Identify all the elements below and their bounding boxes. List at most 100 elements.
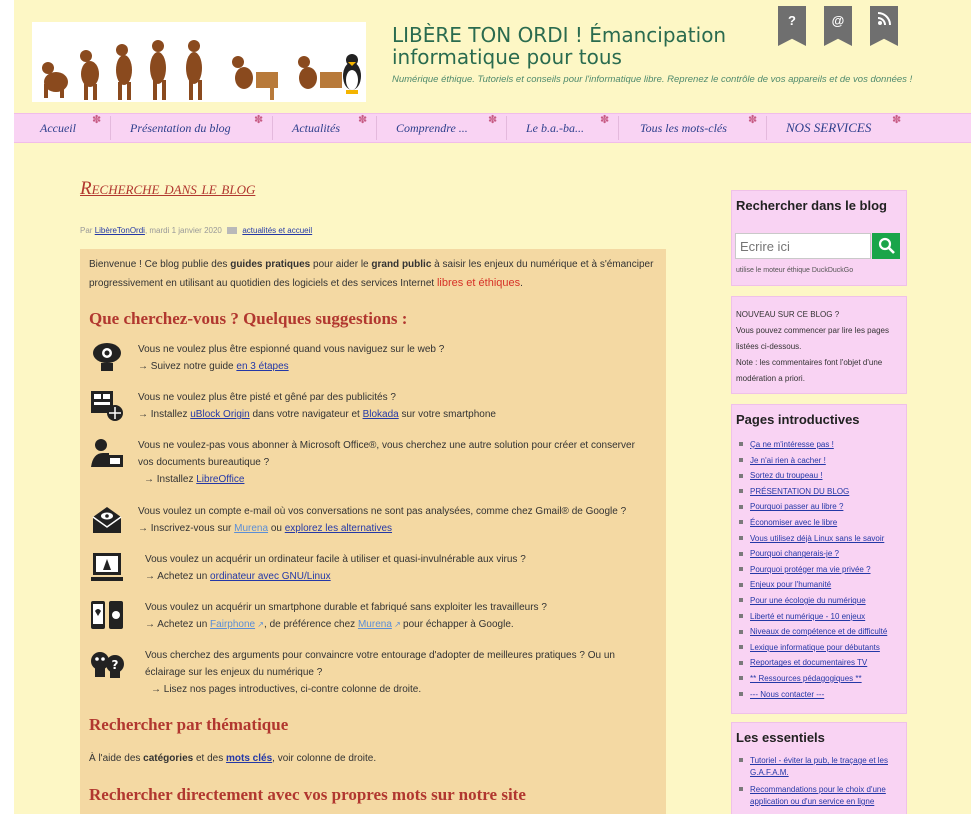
bullet-icon xyxy=(739,613,743,618)
welcome-widget: NOUVEAU SUR CE BLOG ? Vous pouvez commen… xyxy=(731,296,907,394)
nav-actualites[interactable]: Actualités xyxy=(292,114,340,142)
rss-feed-button[interactable] xyxy=(870,6,898,46)
search-button[interactable] xyxy=(872,233,900,259)
sidebar-page-link[interactable]: Vous utilisez déjà Linux sans le savoir xyxy=(736,531,902,547)
rss-icon xyxy=(877,12,891,26)
sidebar-page-link[interactable]: Sortez du troupeau ! xyxy=(736,468,902,484)
sidebar-page-label: Pour une écologie du numérique xyxy=(750,595,866,605)
explore-alternatives-link[interactable]: explorez les alternatives xyxy=(285,523,392,534)
category-link[interactable]: actualités et accueil xyxy=(242,226,312,235)
sidebar-page-link[interactable]: Économiser avec le libre xyxy=(736,515,902,531)
ad-tracking-icon xyxy=(91,391,123,421)
sidebar-page-link[interactable]: PRÉSENTATION DU BLOG xyxy=(736,484,902,500)
sidebar-page-label: Niveaux de compétence et de difficulté xyxy=(750,627,888,637)
moderation-note: Note : les commentaires font l'objet d'u… xyxy=(736,358,883,383)
bullet-icon xyxy=(739,551,743,556)
sidebar-page-label: Lexique informatique pour débutants xyxy=(750,642,880,652)
heading-suggestions: Que cherchez-vous ? Quelques suggestions… xyxy=(89,309,408,328)
essentials-widget: Les essentiels Tutoriel - éviter la pub,… xyxy=(731,722,907,814)
flower-icon: ✽ xyxy=(892,114,902,126)
blokada-link[interactable]: Blokada xyxy=(363,409,399,420)
nav-accueil[interactable]: Accueil xyxy=(40,114,76,142)
essentials-title: Les essentiels xyxy=(736,730,825,745)
nav-comprendre[interactable]: Comprendre ... xyxy=(396,114,468,142)
post-date: , mardi 1 janvier 2020 xyxy=(144,226,222,235)
sidebar-page-link[interactable]: Niveaux de compétence et de difficulté xyxy=(736,624,902,640)
bullet-icon xyxy=(739,535,743,540)
sidebar-page-link[interactable]: Lexique informatique pour débutants xyxy=(736,640,902,656)
intro-pages-title: Pages introductives xyxy=(736,412,860,427)
bullet-icon xyxy=(739,442,743,447)
mail-spy-icon xyxy=(92,507,122,533)
search-input[interactable] xyxy=(736,234,866,258)
sidebar-page-label: Ça ne m'intéresse pas ! xyxy=(750,440,834,449)
sidebar-page-label: Liberté et numérique - 10 enjeux xyxy=(750,611,866,621)
sidebar-page-link[interactable]: Je n'ai rien à cacher ! xyxy=(736,453,902,469)
murena-shop-link[interactable]: Murena xyxy=(358,619,392,630)
nav-services[interactable]: NOS SERVICES xyxy=(786,114,871,142)
theme-text: À l'aide des catégories et des mots clés… xyxy=(89,753,377,764)
linux-computer-icon xyxy=(91,553,123,581)
bullet-icon xyxy=(739,567,743,572)
welcome-heading: NOUVEAU SUR CE BLOG ? xyxy=(736,310,840,319)
post-title[interactable]: Recherche dans le blog xyxy=(80,178,255,200)
author-link[interactable]: LibèreTonOrdi xyxy=(95,226,145,235)
sidebar-page-label: Pourquoi changerais-je ? xyxy=(750,549,839,559)
site-title[interactable]: LIBÈRE TON ORDI ! Émancipation informati… xyxy=(392,24,832,68)
logo-evolution-image[interactable] xyxy=(32,22,366,102)
bullet-icon xyxy=(739,504,743,509)
folder-icon xyxy=(227,227,238,235)
intro-pages-list: Ça ne m'intéresse pas ! Je n'ai rien à ca… xyxy=(736,437,902,702)
main-nav: Accueil ✽ Présentation du blog ✽ Actuali… xyxy=(14,113,971,143)
libreoffice-link[interactable]: LibreOffice xyxy=(196,474,244,485)
page: LIBÈRE TON ORDI ! Émancipation informati… xyxy=(14,0,971,814)
linux-computer-link[interactable]: ordinateur avec GNU/Linux xyxy=(210,571,331,582)
sidebar-page-link[interactable]: Enjeux pour l'humanité xyxy=(736,577,902,593)
sidebar-page-link[interactable]: Pour une écologie du numérique xyxy=(736,593,902,609)
nav-presentation[interactable]: Présentation du blog xyxy=(130,114,231,142)
keywords-link[interactable]: mots clés xyxy=(226,753,272,764)
murena-email-link[interactable]: Murena xyxy=(234,523,268,534)
fair-smartphone-icon xyxy=(91,601,123,629)
sidebar-page-label: Vous utilisez déjà Linux sans le savoir xyxy=(750,533,885,543)
nav-b-a-ba[interactable]: Le b.a.-ba... xyxy=(526,114,584,142)
bullet-icon xyxy=(739,629,743,634)
search-widget-title: Rechercher dans le blog xyxy=(736,198,887,213)
ublock-origin-link[interactable]: uBlock Origin xyxy=(190,409,249,420)
flower-icon: ✽ xyxy=(358,114,368,126)
svg-text:?: ? xyxy=(112,658,119,672)
sidebar-page-link[interactable]: Tutoriel - éviter la pub, le traçage et … xyxy=(736,755,902,779)
bullet-icon xyxy=(739,520,743,525)
sidebar-page-link[interactable]: Reportages et documentaires TV xyxy=(736,655,902,671)
sidebar-page-link[interactable]: --- Nous contacter --- xyxy=(736,687,902,703)
office-worker-icon xyxy=(91,439,123,467)
flower-icon: ✽ xyxy=(92,114,102,126)
sidebar-page-link[interactable]: Pourquoi passer au libre ? xyxy=(736,499,902,515)
sidebar-page-label: Sortez du troupeau ! xyxy=(750,471,823,481)
sidebar-page-link[interactable]: Ça ne m'intéresse pas ! xyxy=(736,437,902,453)
sidebar-page-label: Tutoriel - éviter la pub, le traçage et … xyxy=(750,756,888,777)
sidebar-page-link[interactable]: ** Ressources pédagogiques ** xyxy=(736,671,902,687)
site-tagline: Numérique éthique. Tutoriels et conseils… xyxy=(392,74,913,85)
sidebar-page-label: Je n'ai rien à cacher ! xyxy=(750,455,826,465)
essentials-list: Tutoriel - éviter la pub, le traçage et … xyxy=(736,755,902,808)
heading-search: Rechercher directement avec vos propres … xyxy=(89,785,526,804)
intro-paragraph: Bienvenue ! Ce blog publie des guides pr… xyxy=(89,259,654,289)
sidebar-page-link[interactable]: Recommandations pour le choix d'une appl… xyxy=(736,784,902,808)
intro-pages-widget: Pages introductives Ça ne m'intéresse pa… xyxy=(731,404,907,714)
sidebar-page-label: PRÉSENTATION DU BLOG xyxy=(750,486,850,496)
guide-3-steps-link[interactable]: en 3 étapes xyxy=(236,361,288,372)
flower-icon: ✽ xyxy=(600,114,610,126)
sidebar-page-link[interactable]: Pourquoi changerais-je ? xyxy=(736,546,902,562)
nav-mots-cles[interactable]: Tous les mots-clés xyxy=(640,114,727,142)
sidebar-page-link[interactable]: Liberté et numérique - 10 enjeux xyxy=(736,609,902,625)
contact-email-button[interactable]: @ xyxy=(824,6,852,46)
welcome-text: Vous pouvez commencer par lire les pages… xyxy=(736,326,889,351)
fairphone-link[interactable]: Fairphone xyxy=(210,619,255,630)
heading-theme: Rechercher par thématique xyxy=(89,715,289,734)
sidebar-page-label: --- Nous contacter --- xyxy=(750,689,825,699)
sidebar-page-link[interactable]: Pourquoi protéger ma vie privée ? xyxy=(736,562,902,578)
bullet-icon xyxy=(739,489,743,494)
sidebar-page-label: Enjeux pour l'humanité xyxy=(750,580,832,590)
sidebar-page-label: Reportages et documentaires TV xyxy=(750,658,868,668)
